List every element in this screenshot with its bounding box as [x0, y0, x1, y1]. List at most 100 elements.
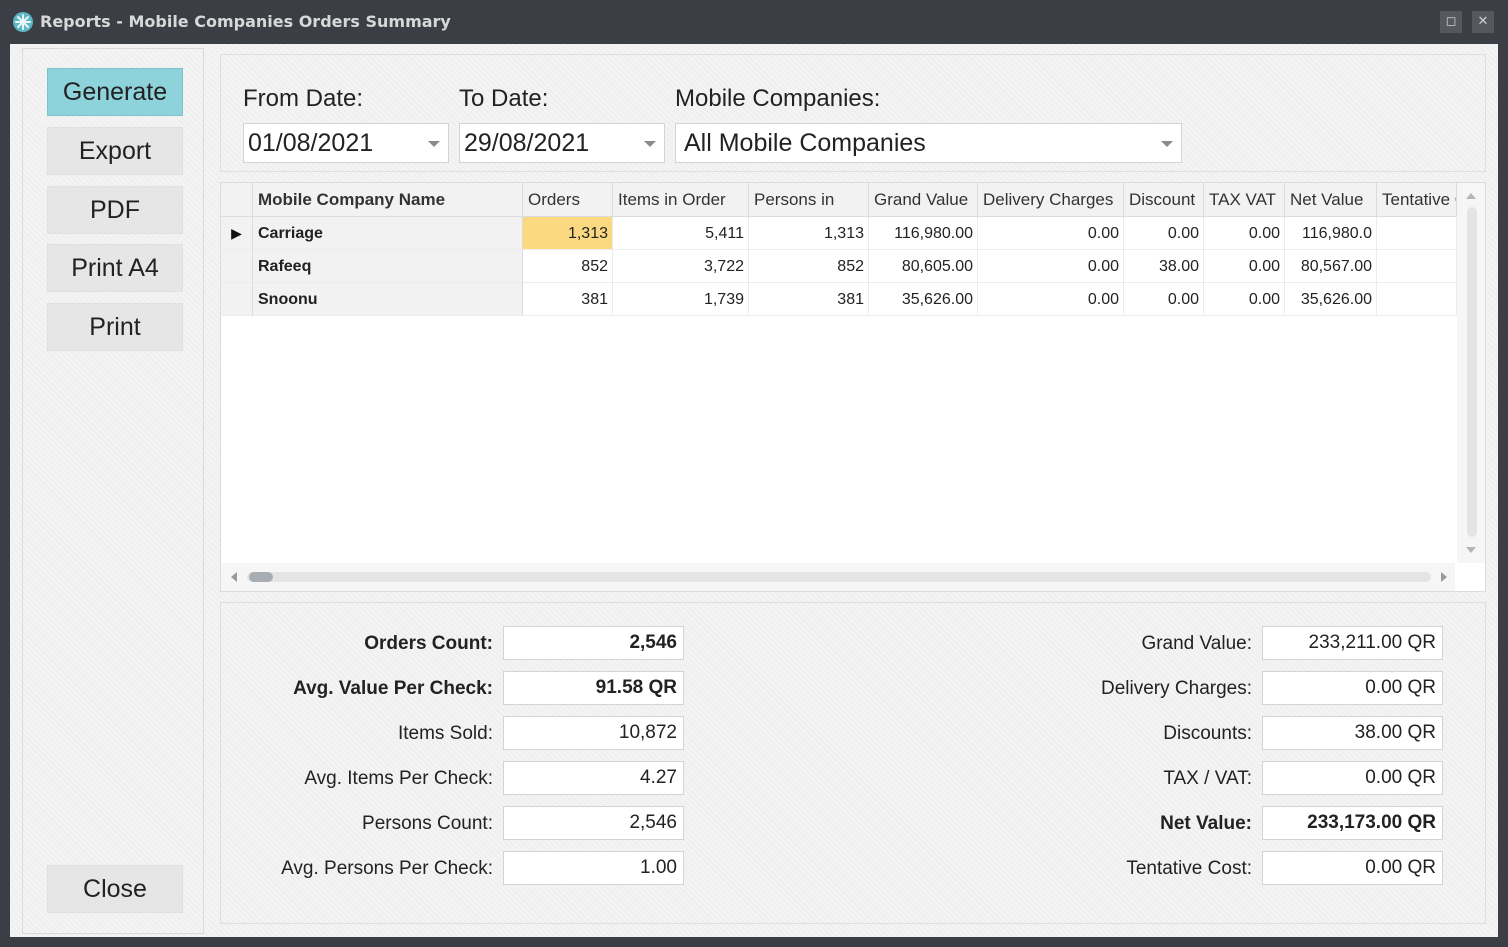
summary-panel: Orders Count: 2,546 Avg. Value Per Check…: [220, 602, 1486, 924]
close-window-icon[interactable]: ✕: [1472, 11, 1494, 33]
avg-value-per-check-field[interactable]: 91.58 QR: [503, 671, 684, 705]
horizontal-scroll-thumb[interactable]: [249, 572, 273, 582]
table-cell-tax-vat[interactable]: 0.00: [1204, 250, 1285, 283]
title-bar: Reports - Mobile Companies Orders Summar…: [0, 0, 1508, 44]
column-header-persons-in[interactable]: Persons in: [749, 183, 869, 217]
column-header-orders[interactable]: Orders: [523, 183, 613, 217]
table-cell-discount[interactable]: 0.00: [1124, 217, 1204, 250]
row-indicator[interactable]: [221, 250, 253, 283]
table-cell-discount[interactable]: 0.00: [1124, 283, 1204, 316]
column-header-discount[interactable]: Discount: [1124, 183, 1204, 217]
column-header-company-name[interactable]: Mobile Company Name: [253, 183, 523, 217]
table-cell-grand-value[interactable]: 35,626.00: [869, 283, 978, 316]
table-cell-orders[interactable]: 1,313: [523, 217, 613, 250]
table-cell-delivery-charges[interactable]: 0.00: [978, 283, 1124, 316]
table-cell-net-value[interactable]: 116,980.0: [1285, 217, 1377, 250]
chevron-down-icon[interactable]: [1161, 141, 1173, 147]
table-cell-persons-in[interactable]: 1,313: [749, 217, 869, 250]
delivery-charges-field[interactable]: 0.00 QR: [1262, 671, 1443, 705]
table-cell-delivery-charges[interactable]: 0.00: [978, 217, 1124, 250]
table-cell-company-name[interactable]: Carriage: [253, 217, 523, 250]
table-cell-tentative-cost[interactable]: [1377, 283, 1457, 316]
grand-value-field[interactable]: 233,211.00 QR: [1262, 626, 1443, 660]
table-cell-tax-vat[interactable]: 0.00: [1204, 217, 1285, 250]
discounts-label: Discounts:: [1163, 723, 1252, 744]
pdf-button[interactable]: PDF: [47, 186, 183, 234]
table-cell-discount[interactable]: 38.00: [1124, 250, 1204, 283]
vertical-scrollbar[interactable]: [1457, 183, 1485, 563]
tax-vat-label: TAX / VAT:: [1163, 768, 1252, 789]
current-row-arrow-icon: ▶: [231, 225, 242, 241]
mobile-companies-select[interactable]: All Mobile Companies: [675, 123, 1182, 163]
print-button[interactable]: Print: [47, 303, 183, 351]
orders-grid[interactable]: Mobile Company Name Orders Items in Orde…: [220, 182, 1486, 592]
from-date-label: From Date:: [243, 85, 364, 112]
column-header-tax-vat[interactable]: TAX VAT: [1204, 183, 1285, 217]
table-cell-net-value[interactable]: 80,567.00: [1285, 250, 1377, 283]
chevron-down-icon[interactable]: [644, 141, 656, 147]
table-cell-company-name[interactable]: Snoonu: [253, 283, 523, 316]
export-button[interactable]: Export: [47, 127, 183, 175]
avg-persons-per-check-label: Avg. Persons Per Check:: [281, 858, 493, 879]
tentative-cost-label: Tentative Cost:: [1126, 858, 1252, 879]
window-client-area: Generate Export PDF Print A4 Print Close…: [10, 44, 1498, 937]
row-indicator[interactable]: ▶: [221, 217, 253, 250]
to-date-value: 29/08/2021: [464, 129, 590, 157]
tentative-cost-field[interactable]: 0.00 QR: [1262, 851, 1443, 885]
table-cell-grand-value[interactable]: 80,605.00: [869, 250, 978, 283]
table-cell-grand-value[interactable]: 116,980.00: [869, 217, 978, 250]
discounts-field[interactable]: 38.00 QR: [1262, 716, 1443, 750]
table-cell-items-in-order[interactable]: 5,411: [613, 217, 749, 250]
table-cell-orders[interactable]: 852: [523, 250, 613, 283]
table-cell-persons-in[interactable]: 381: [749, 283, 869, 316]
column-header-net-value[interactable]: Net Value: [1285, 183, 1377, 217]
scroll-down-icon[interactable]: [1466, 547, 1476, 553]
window-title: Reports - Mobile Companies Orders Summar…: [40, 12, 451, 31]
mobile-companies-value: All Mobile Companies: [684, 129, 926, 157]
orders-count-label: Orders Count:: [364, 633, 493, 654]
avg-persons-per-check-field[interactable]: 1.00: [503, 851, 684, 885]
vertical-scroll-track[interactable]: [1467, 207, 1477, 537]
table-cell-items-in-order[interactable]: 1,739: [613, 283, 749, 316]
column-header-delivery-charges[interactable]: Delivery Charges: [978, 183, 1124, 217]
scroll-left-icon[interactable]: [231, 572, 237, 582]
table-cell-company-name[interactable]: Rafeeq: [253, 250, 523, 283]
grand-value-label: Grand Value:: [1141, 633, 1252, 654]
filter-panel: From Date: 01/08/2021 To Date: 29/08/202…: [220, 54, 1486, 172]
table-cell-tax-vat[interactable]: 0.00: [1204, 283, 1285, 316]
restore-icon[interactable]: ◻: [1440, 11, 1462, 33]
print-a4-button[interactable]: Print A4: [47, 244, 183, 292]
from-date-picker[interactable]: 01/08/2021: [243, 123, 449, 163]
table-cell-tentative-cost[interactable]: [1377, 250, 1457, 283]
horizontal-scrollbar[interactable]: [221, 563, 1455, 591]
action-panel: Generate Export PDF Print A4 Print Close: [22, 48, 204, 934]
column-header-tentative-cost[interactable]: Tentative C: [1377, 183, 1457, 217]
items-sold-label: Items Sold:: [397, 723, 493, 744]
table-cell-orders[interactable]: 381: [523, 283, 613, 316]
chevron-down-icon[interactable]: [428, 141, 440, 147]
avg-items-per-check-label: Avg. Items Per Check:: [304, 768, 493, 789]
persons-count-field[interactable]: 2,546: [503, 806, 684, 840]
table-cell-tentative-cost[interactable]: [1377, 217, 1457, 250]
column-header-grand-value[interactable]: Grand Value: [869, 183, 978, 217]
horizontal-scroll-track[interactable]: [247, 572, 1431, 582]
scroll-up-icon[interactable]: [1466, 193, 1476, 199]
items-sold-field[interactable]: 10,872: [503, 716, 684, 750]
table-cell-items-in-order[interactable]: 3,722: [613, 250, 749, 283]
net-value-field[interactable]: 233,173.00 QR: [1262, 806, 1443, 840]
generate-button[interactable]: Generate: [47, 68, 183, 116]
close-button[interactable]: Close: [47, 865, 183, 913]
delivery-charges-label: Delivery Charges:: [1101, 678, 1252, 699]
tax-vat-field[interactable]: 0.00 QR: [1262, 761, 1443, 795]
orders-count-field[interactable]: 2,546: [503, 626, 684, 660]
avg-items-per-check-field[interactable]: 4.27: [503, 761, 684, 795]
scroll-right-icon[interactable]: [1441, 572, 1447, 582]
row-indicator[interactable]: [221, 283, 253, 316]
persons-count-label: Persons Count:: [362, 813, 493, 834]
column-header-items-in-order[interactable]: Items in Order: [613, 183, 749, 217]
table-cell-persons-in[interactable]: 852: [749, 250, 869, 283]
table-cell-net-value[interactable]: 35,626.00: [1285, 283, 1377, 316]
table-cell-delivery-charges[interactable]: 0.00: [978, 250, 1124, 283]
to-date-picker[interactable]: 29/08/2021: [459, 123, 665, 163]
net-value-label: Net Value:: [1160, 813, 1252, 834]
